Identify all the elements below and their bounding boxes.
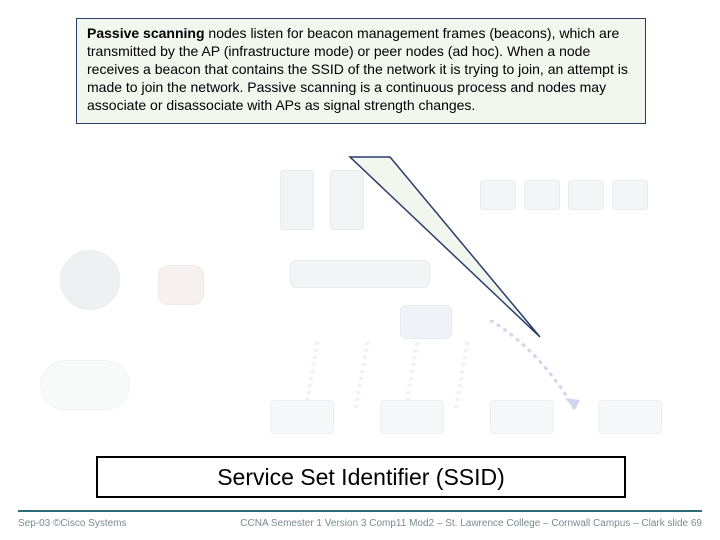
footer-left: Sep-03 ©Cisco Systems [18, 518, 127, 529]
pc-row [480, 180, 660, 220]
router-icon [60, 250, 120, 310]
callout-text: Passive scanning nodes listen for beacon… [87, 25, 628, 113]
pc-icon [480, 180, 516, 210]
signal-wave-icon [310, 338, 314, 408]
slide-title: Service Set Identifier (SSID) [217, 464, 505, 491]
callout-lead: Passive scanning [87, 25, 205, 41]
laptop-icon [380, 400, 444, 434]
footer-right: CCNA Semester 1 Version 3 Comp11 Mod2 – … [240, 518, 702, 529]
cloud-icon [40, 360, 130, 410]
laptop-icon [598, 400, 662, 434]
slide: Passive scanning nodes listen for beacon… [0, 0, 720, 540]
footer-rule [18, 510, 702, 512]
laptop-icon [270, 400, 334, 434]
pc-icon [524, 180, 560, 210]
server-icon [280, 170, 314, 230]
beacon-arrow-icon [480, 320, 590, 430]
callout-box: Passive scanning nodes listen for beacon… [76, 18, 646, 124]
pc-icon [568, 180, 604, 210]
firewall-icon [158, 265, 204, 305]
pc-icon [612, 180, 648, 210]
title-box: Service Set Identifier (SSID) [96, 456, 626, 498]
